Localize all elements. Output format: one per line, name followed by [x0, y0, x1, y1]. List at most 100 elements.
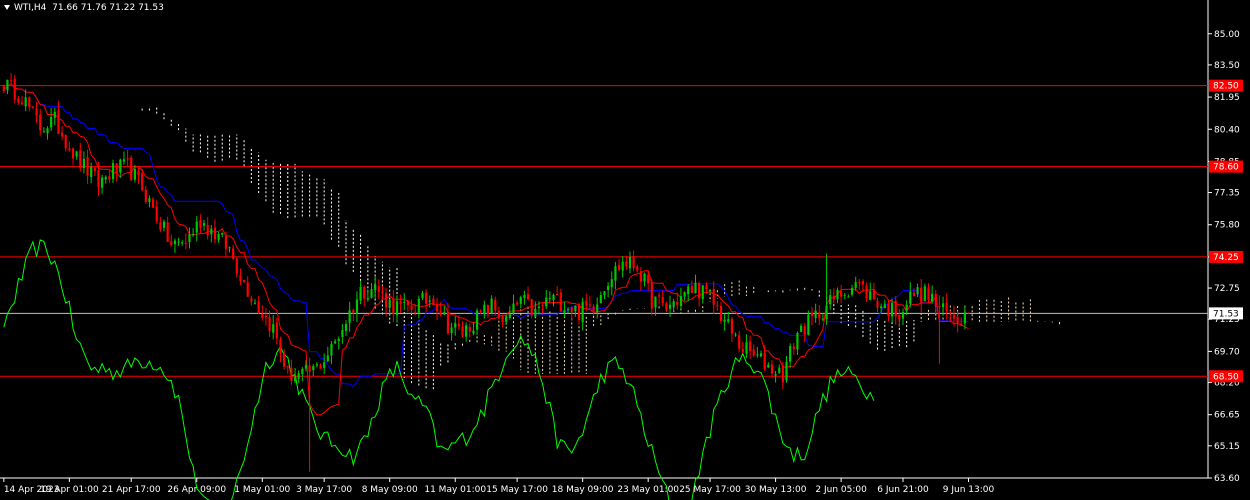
candle-body — [188, 234, 191, 243]
candle-body — [10, 80, 13, 82]
candle-body — [537, 306, 541, 308]
candle-body — [876, 300, 879, 308]
candle-body — [268, 316, 271, 332]
candle-body — [505, 316, 508, 322]
candle-body — [232, 248, 235, 259]
dropdown-triangle-icon[interactable] — [4, 5, 10, 10]
candle-body — [312, 366, 315, 371]
candle-body — [435, 304, 439, 312]
candle-body — [428, 300, 431, 302]
candle-body — [475, 310, 479, 330]
candle-body — [880, 306, 883, 309]
time-tick-label: 11 May 01:00 — [424, 485, 486, 495]
time-tick-label: 18 May 09:00 — [552, 485, 614, 495]
candle-body — [799, 325, 803, 332]
candle-body — [144, 189, 147, 203]
candle-body — [526, 294, 530, 300]
candle-body — [781, 365, 784, 383]
candle-body — [374, 284, 377, 291]
candle-body — [257, 301, 260, 313]
candle-body — [607, 285, 610, 290]
candle-body — [130, 157, 133, 181]
candle-body — [221, 233, 224, 235]
candle-body — [133, 169, 136, 180]
candle-body — [341, 330, 344, 338]
candle-body — [832, 295, 835, 300]
level-label: 68.50 — [1213, 372, 1239, 382]
candle-body — [417, 298, 420, 313]
candle-body — [534, 309, 537, 317]
candle-body — [250, 298, 253, 302]
time-tick-label: 1 May 01:00 — [234, 485, 290, 495]
candle-body — [869, 291, 872, 300]
candle-body — [301, 369, 304, 374]
candle-body — [738, 335, 741, 349]
candle-body — [50, 117, 53, 128]
candle-body — [31, 106, 35, 108]
candle-body — [516, 302, 519, 305]
candle-body — [563, 310, 566, 313]
candle-body — [86, 157, 89, 176]
candle-body — [712, 288, 715, 305]
candle-body — [556, 293, 559, 295]
candle-body — [304, 365, 308, 369]
candle-body — [541, 305, 544, 307]
candle-body — [552, 294, 555, 301]
candle-body — [821, 318, 825, 320]
price-tick-label: 80.40 — [1214, 125, 1240, 135]
candle-body — [774, 374, 777, 376]
candle-body — [414, 311, 417, 313]
candle-body — [173, 240, 177, 245]
candle-body — [82, 158, 86, 169]
kijun-sen-line — [3, 82, 969, 388]
candle-body — [887, 303, 890, 317]
candle-body — [272, 324, 275, 333]
candle-body — [796, 333, 799, 350]
candle-body — [585, 300, 588, 306]
price-tick-label: 72.75 — [1214, 284, 1240, 294]
candle-body — [264, 316, 268, 318]
price-chart[interactable]: 85.0083.5081.9580.4078.8577.3575.8074.25… — [0, 0, 1250, 500]
candle-body — [155, 206, 158, 222]
candle-body — [46, 128, 49, 134]
price-tick-label: 85.00 — [1214, 30, 1240, 40]
candle-body — [792, 346, 795, 350]
candle-body — [756, 354, 759, 356]
time-tick-label: 30 May 13:00 — [745, 485, 807, 495]
candle-body — [523, 295, 526, 299]
candle-body — [759, 353, 763, 357]
candle-body — [730, 318, 733, 334]
candle-body — [668, 304, 672, 309]
candle-body — [698, 282, 701, 299]
ohlc-open: 71.66 — [52, 3, 78, 13]
candle-body — [279, 339, 282, 354]
candle-body — [323, 362, 326, 368]
candle-body — [625, 261, 628, 267]
candle-body — [20, 102, 24, 105]
candle-body — [927, 287, 930, 301]
candle-body — [530, 299, 533, 316]
candle-body — [79, 150, 82, 168]
candle-body — [661, 297, 664, 303]
candle-body — [35, 108, 38, 116]
time-tick-label: 19 Apr 01:00 — [40, 485, 99, 495]
ohlc-high: 71.76 — [80, 3, 107, 13]
candle-body — [224, 235, 227, 249]
candle-body — [334, 341, 337, 344]
candle-body — [636, 266, 639, 271]
ohlc-close: 71.53 — [138, 3, 164, 13]
candle-body — [210, 228, 213, 235]
candle-body — [705, 285, 708, 290]
candle-body — [283, 353, 286, 367]
chikou-span-line — [3, 239, 875, 500]
candle-body — [770, 364, 774, 374]
time-tick-label: 2 Jun 05:00 — [815, 485, 867, 495]
candle-body — [825, 305, 828, 319]
candle-body — [90, 166, 93, 178]
candle-body — [184, 242, 187, 244]
candles — [2, 73, 970, 472]
candle-body — [297, 373, 300, 379]
candle-body — [905, 304, 908, 311]
candle-body — [898, 314, 901, 320]
candle-body — [472, 330, 475, 334]
